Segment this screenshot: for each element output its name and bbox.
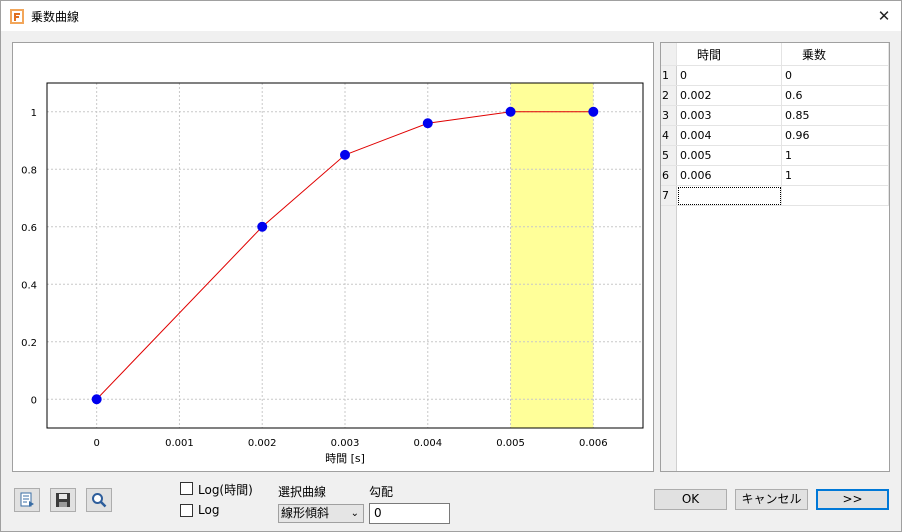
table-row: 6 0.006 1 [661, 165, 889, 186]
table-row: 3 0.003 0.85 [661, 105, 889, 126]
row-number[interactable]: 7 [661, 185, 677, 206]
selected-range-highlight [510, 83, 594, 428]
ok-button[interactable]: OK [654, 489, 727, 510]
x-tick-label: 0.006 [579, 438, 608, 449]
curve-select[interactable]: 線形傾斜 ⌄ [278, 504, 364, 523]
export-icon [20, 492, 34, 507]
close-button[interactable]: ✕ [867, 1, 901, 31]
time-cell[interactable]: 0.004 [676, 125, 782, 146]
grid-corner [661, 43, 677, 66]
time-cell[interactable]: 0.002 [676, 85, 782, 106]
x-tick-label: 0.005 [496, 438, 525, 449]
row-number[interactable]: 2 [661, 85, 677, 106]
save-icon [56, 493, 70, 507]
multiplier-cell[interactable] [781, 185, 889, 206]
data-point [588, 106, 599, 117]
multiplier-curve-chart: 0 0.001 0.002 0.003 0.004 0.005 0.006 0 0.2 0.4 0.… [21, 82, 644, 465]
window-title: 乗数曲線 [31, 10, 80, 24]
multiplier-cell[interactable]: 0.85 [781, 105, 889, 126]
curve-select-label: 選択曲線 [278, 485, 327, 499]
log-label: Log [198, 503, 220, 517]
zoom-button[interactable] [86, 488, 112, 512]
x-tick-label: 0.004 [413, 438, 442, 449]
log-time-checkbox[interactable] [180, 482, 193, 495]
table-row: 100 [661, 65, 889, 86]
curve-select-value: 線形傾斜 [281, 506, 330, 520]
data-point [422, 118, 433, 129]
table-row: 2 0.002 0.6 [661, 85, 889, 106]
x-tick-label: 0 [93, 438, 99, 449]
multiplier-cell[interactable]: 1 [781, 145, 889, 166]
time-cell[interactable]: 0 [676, 65, 782, 86]
table-row: 7 [661, 185, 889, 206]
y-tick-label: 0.4 [21, 280, 37, 291]
y-tick-label: 0.6 [21, 223, 37, 234]
data-table: 時間 乗数 1 0 0 2 0.002 0.6 3 0.003 0.85 4 0.004 0.96 5 0… [661, 43, 889, 206]
row-number[interactable]: 5 [661, 145, 677, 166]
table-row: 4 0.004 0.96 [661, 125, 889, 146]
x-tick-label: 0.001 [165, 438, 194, 449]
data-point [505, 106, 516, 117]
column-header-multiplier[interactable]: 乗数 [781, 43, 889, 66]
row-number[interactable]: 1 [661, 65, 677, 86]
data-point [340, 149, 350, 160]
y-tick-label: 1 [31, 108, 37, 119]
x-axis-label: 時間 [s] [325, 452, 365, 465]
row-number[interactable]: 4 [661, 125, 677, 146]
y-tick-label: 0 [31, 395, 37, 406]
app-logo-icon [10, 9, 24, 24]
chevron-down-icon: ⌄ [350, 508, 359, 519]
multiplier-cell[interactable]: 1 [781, 165, 889, 186]
next-button[interactable]: >> [816, 489, 889, 510]
save-button[interactable] [50, 488, 76, 512]
multiplier-cell[interactable]: 0.6 [781, 85, 889, 106]
time-cell[interactable] [676, 185, 782, 206]
time-cell[interactable]: 0.006 [676, 165, 782, 186]
column-header-time[interactable]: 時間 [676, 43, 782, 66]
log-checkbox[interactable] [180, 504, 193, 517]
log-time-label: Log(時間) [198, 483, 253, 497]
time-cell[interactable]: 0.005 [676, 145, 782, 166]
zoom-icon [92, 493, 107, 508]
y-tick-label: 0.8 [21, 165, 37, 176]
gradient-label: 勾配 [369, 485, 394, 499]
data-point [257, 221, 268, 232]
time-cell[interactable]: 0.003 [676, 105, 782, 126]
cancel-button[interactable]: キャンセル [735, 489, 808, 510]
x-tick-label: 0.003 [331, 438, 360, 449]
y-tick-label: 0.2 [21, 338, 37, 349]
x-tick-label: 0.002 [248, 438, 277, 449]
data-grid: 時間 乗数 1 0 0 2 0.002 0.6 3 0.003 0.85 4 0.004 0.96 5 0… [660, 42, 890, 472]
multiplier-cell[interactable]: 0.96 [781, 125, 889, 146]
gradient-input[interactable]: 0 [369, 503, 450, 524]
title-bar: 乗数曲線 ✕ [1, 1, 901, 31]
chart-panel: 0 0.001 0.002 0.003 0.004 0.005 0.006 0 0.2 0.4 0.… [12, 42, 654, 472]
row-number[interactable]: 6 [661, 165, 677, 186]
export-button[interactable] [14, 488, 40, 512]
data-point [91, 394, 102, 405]
row-number[interactable]: 3 [661, 105, 677, 126]
multiplier-cell[interactable]: 0 [781, 65, 889, 86]
table-row: 5 0.005 1 [661, 145, 889, 166]
